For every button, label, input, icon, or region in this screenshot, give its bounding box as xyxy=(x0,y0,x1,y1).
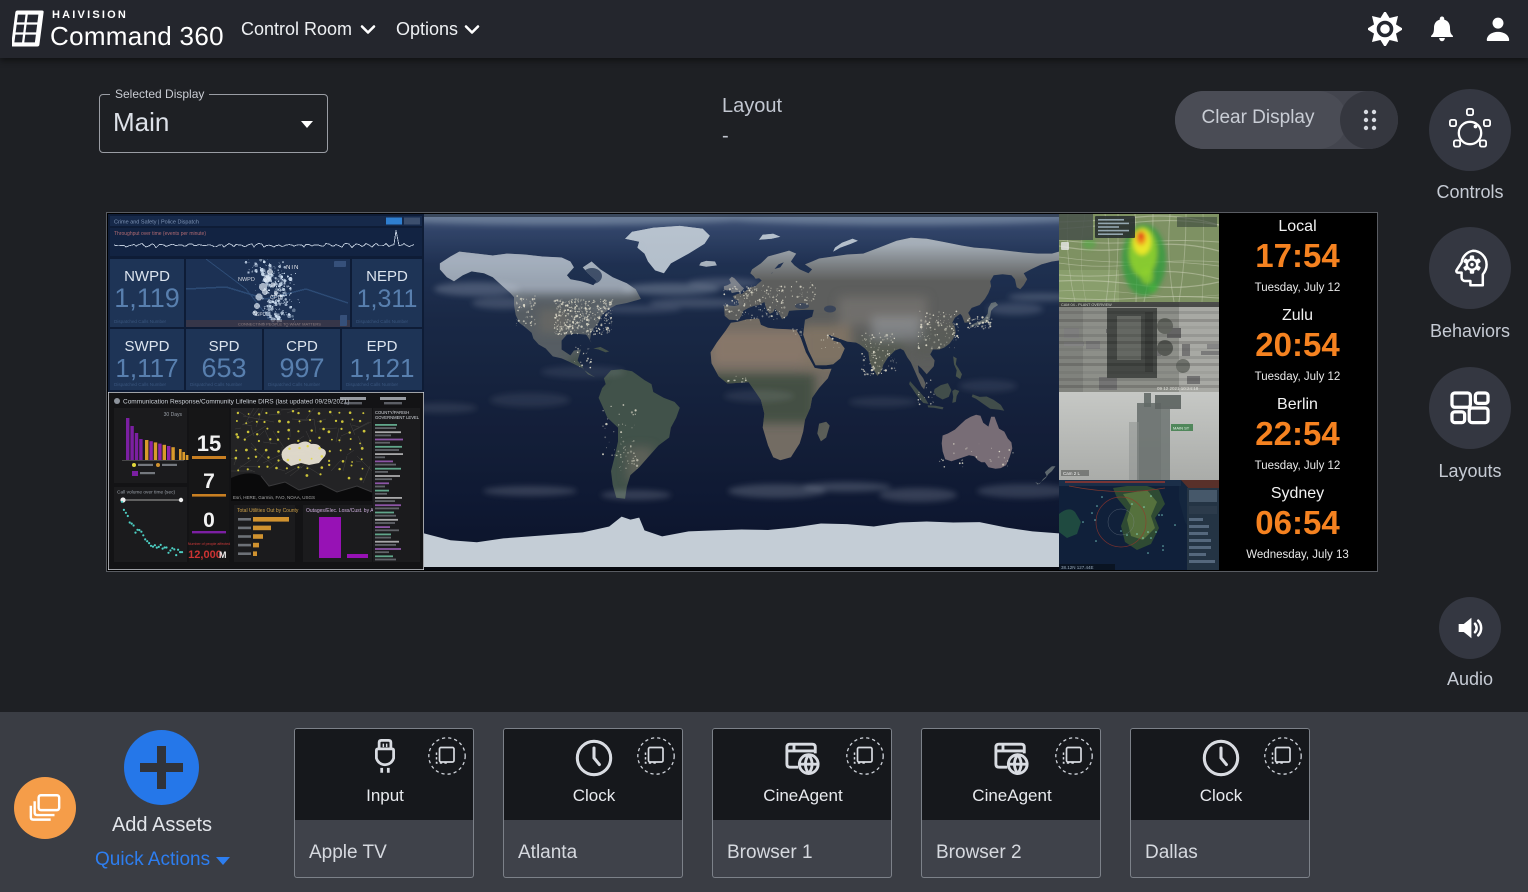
svg-text:38.12N 127.44E: 38.12N 127.44E xyxy=(1061,565,1094,570)
svg-text:1,121: 1,121 xyxy=(349,353,414,383)
svg-text:Dispatched Calls Number: Dispatched Calls Number xyxy=(190,382,243,387)
svg-text:Esri, HERE, Garmin, FAO, NOAA,: Esri, HERE, Garmin, FAO, NOAA, USGS xyxy=(233,495,315,500)
svg-text:15: 15 xyxy=(197,431,221,456)
svg-text:CONNECTING PEOPLE TO WHAT MATT: CONNECTING PEOPLE TO WHAT MATTERS xyxy=(238,321,321,326)
svg-text:09 12 2021 10:24:18: 09 12 2021 10:24:18 xyxy=(1157,386,1199,391)
svg-text:1,117: 1,117 xyxy=(115,353,178,383)
svg-text:NTN: NTN xyxy=(286,265,298,271)
svg-text:CPD: CPD xyxy=(270,295,282,301)
svg-text:Cam 2 L: Cam 2 L xyxy=(1063,471,1081,476)
svg-text:NEPD: NEPD xyxy=(366,268,408,285)
svg-text:SPD: SPD xyxy=(256,312,267,318)
svg-text:997: 997 xyxy=(279,353,324,383)
svg-text:Outages/Elec. Loss/Cust. by Ar: Outages/Elec. Loss/Cust. by Area xyxy=(306,508,381,514)
svg-text:Dispatched Calls Number: Dispatched Calls Number xyxy=(114,319,167,324)
svg-text:Call volume over time (sec): Call volume over time (sec) xyxy=(117,490,176,496)
svg-text:653: 653 xyxy=(201,353,246,383)
svg-text:7: 7 xyxy=(203,470,215,493)
svg-text:MAIN ST: MAIN ST xyxy=(1173,426,1190,431)
svg-text:CAM 04 - PLANT OVERVIEW: CAM 04 - PLANT OVERVIEW xyxy=(1061,303,1112,307)
svg-text:M: M xyxy=(219,550,227,560)
svg-text:1,119: 1,119 xyxy=(114,283,180,313)
svg-text:0: 0 xyxy=(203,509,215,532)
svg-text:12,000: 12,000 xyxy=(188,549,222,561)
svg-text:1,311: 1,311 xyxy=(357,285,418,313)
svg-text:Number of people affected: Number of people affected xyxy=(188,542,230,546)
svg-text:Dispatched Calls Number: Dispatched Calls Number xyxy=(356,319,409,324)
svg-text:Throughput over time (events p: Throughput over time (events per minute) xyxy=(114,231,206,237)
svg-text:Communication Response/Communi: Communication Response/Community Lifelin… xyxy=(123,399,350,406)
svg-text:Dispatched Calls Number: Dispatched Calls Number xyxy=(268,382,321,387)
svg-text:Dispatched Calls Number: Dispatched Calls Number xyxy=(346,382,399,387)
svg-text:Total Utilities Out by County: Total Utilities Out by County xyxy=(237,508,299,514)
svg-text:NWPD: NWPD xyxy=(238,277,255,283)
svg-text:Dispatched Calls Number: Dispatched Calls Number xyxy=(114,382,167,387)
svg-text:GOVERNMENT LEVEL: GOVERNMENT LEVEL xyxy=(375,415,420,420)
svg-text:Crime and Safety | Police Disp: Crime and Safety | Police Dispatch xyxy=(114,220,199,226)
svg-text:30 Days: 30 Days xyxy=(164,412,183,418)
